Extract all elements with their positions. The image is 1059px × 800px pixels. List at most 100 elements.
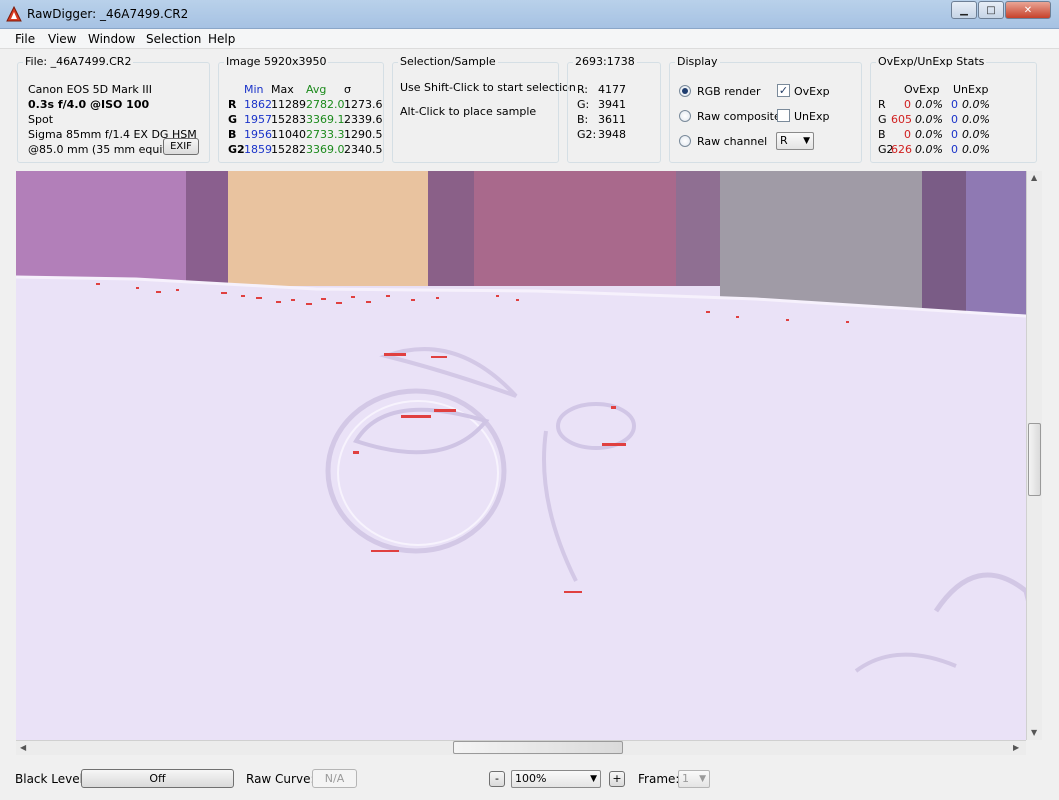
scroll-down-arrow-icon[interactable]: ▼	[1031, 728, 1037, 737]
metering-mode: Spot	[28, 113, 54, 126]
unexp-checkbox[interactable]	[777, 109, 790, 122]
stats-row-label: B	[878, 128, 886, 141]
focal-length: @85.0 mm (35 mm equivalent: 85.0 mm)	[28, 143, 178, 156]
row-label: B	[228, 128, 237, 141]
raw-curve-button[interactable]: N/A	[312, 769, 357, 788]
maximize-button[interactable]: □	[978, 1, 1004, 19]
checkbox-checked-icon: ✓	[778, 84, 789, 97]
coords-panel: 2693:1738 R: 4177 G: 3941 B: 3611 G2: 39…	[567, 55, 661, 163]
stat-avg: 3369.1	[306, 113, 345, 126]
menu-selection[interactable]: Selection	[146, 32, 201, 46]
unexp-count: 0	[951, 143, 958, 156]
vertical-scrollbar[interactable]: ▲ ▼	[1026, 171, 1042, 740]
close-button[interactable]: ✕	[1005, 1, 1051, 19]
stat-min: 1862	[244, 98, 272, 111]
coord-label: G2:	[577, 128, 597, 141]
stat-sigma: 2340.5	[344, 143, 383, 156]
unexp-count: 0	[951, 113, 958, 126]
menu-view[interactable]: View	[48, 32, 76, 46]
minimize-button[interactable]: ▁	[951, 1, 977, 19]
menu-window[interactable]: Window	[88, 32, 135, 46]
frame-select[interactable]: 1 ▼	[678, 770, 710, 788]
image-panel-title: Image 5920x3950	[224, 55, 329, 68]
coord-label: R:	[577, 83, 589, 96]
file-panel: File: _46A7499.CR2 Canon EOS 5D Mark III…	[17, 55, 210, 163]
display-panel-title: Display	[675, 55, 720, 68]
exposure-info: 0.3s f/4.0 @ISO 100	[28, 98, 150, 111]
chevron-down-icon: ▼	[590, 774, 597, 784]
rgb-render-label: RGB render	[697, 85, 761, 98]
stat-sigma: 1290.5	[344, 128, 383, 141]
bottom-toolbar: Black Level: Off Raw Curve: N/A - 100% ▼…	[0, 762, 1059, 800]
stat-avg: 2733.3	[306, 128, 345, 141]
menu-file[interactable]: File	[15, 32, 35, 46]
raw-channel-radio[interactable]	[679, 135, 691, 147]
maximize-icon: □	[986, 4, 996, 16]
scroll-up-arrow-icon[interactable]: ▲	[1031, 173, 1037, 182]
stat-min: 1957	[244, 113, 272, 126]
selection-hint: Use Shift-Click to start selection	[400, 81, 576, 94]
stat-max: 15283	[271, 113, 306, 126]
rgb-render-radio[interactable]	[679, 85, 691, 97]
image-stats-panel: Image 5920x3950 Min Max Avg σ R 1862 112…	[218, 55, 384, 163]
vertical-scroll-thumb[interactable]	[1028, 423, 1041, 496]
title-bar: RawDigger: _46A7499.CR2 ▁ □ ✕	[0, 0, 1059, 29]
coord-label: G:	[577, 98, 590, 111]
display-panel: Display RGB render Raw composite Raw cha…	[669, 55, 862, 163]
horizontal-scrollbar[interactable]: ◀ ▶	[16, 740, 1026, 755]
image-viewer[interactable]	[16, 171, 1041, 740]
stat-avg: 3369.0	[306, 143, 345, 156]
ovexp-count: 0	[904, 98, 911, 111]
raw-composite-radio[interactable]	[679, 110, 691, 122]
coord-value: 3948	[598, 128, 626, 141]
coords-panel-title: 2693:1738	[573, 55, 637, 68]
menu-help[interactable]: Help	[208, 32, 235, 46]
black-level-label: Black Level:	[15, 772, 87, 786]
scroll-left-arrow-icon[interactable]: ◀	[20, 743, 26, 752]
row-label: G	[228, 113, 238, 126]
zoom-select[interactable]: 100% ▼	[511, 770, 601, 788]
exposure-stats-panel: OvExp/UnExp Stats OvExp UnExp R 0 0.0% 0…	[870, 55, 1037, 163]
coord-label: B:	[577, 113, 589, 126]
header-min: Min	[244, 83, 264, 96]
close-icon: ✕	[1023, 4, 1033, 16]
zoom-out-button[interactable]: -	[489, 771, 505, 787]
raw-channel-label: Raw channel	[697, 135, 768, 148]
header-avg: Avg	[306, 83, 327, 96]
unexp-pct: 0.0%	[962, 143, 990, 156]
frame-label: Frame:	[638, 772, 680, 786]
black-level-button[interactable]: Off	[81, 769, 234, 788]
selection-panel: Selection/Sample Use Shift-Click to star…	[392, 55, 576, 163]
scroll-right-arrow-icon[interactable]: ▶	[1013, 743, 1019, 752]
row-label: G2	[228, 143, 245, 156]
menu-bar: File View Window Selection Help	[0, 29, 1059, 49]
selection-panel-title: Selection/Sample	[398, 55, 498, 68]
header-sigma: σ	[344, 83, 351, 96]
minimize-icon: ▁	[960, 4, 968, 16]
ovexp-checkbox[interactable]: ✓	[777, 84, 790, 97]
stat-sigma: 1273.6	[344, 98, 383, 111]
horizontal-scroll-thumb[interactable]	[453, 741, 623, 754]
info-strip: File: _46A7499.CR2 Canon EOS 5D Mark III…	[0, 50, 1059, 170]
stat-max: 11289	[271, 98, 306, 111]
chevron-down-icon: ▼	[699, 774, 706, 784]
header-max: Max	[271, 83, 294, 96]
coord-value: 3611	[598, 113, 626, 126]
ovexp-pct: 0.0%	[915, 143, 943, 156]
raw-image-preview	[16, 171, 1041, 740]
file-panel-title: File: _46A7499.CR2	[23, 55, 134, 68]
coord-value: 3941	[598, 98, 626, 111]
coord-value: 4177	[598, 83, 626, 96]
zoom-in-button[interactable]: +	[609, 771, 625, 787]
window-title: RawDigger: _46A7499.CR2	[27, 7, 189, 21]
header-unexp: UnExp	[953, 83, 989, 96]
ovexp-label: OvExp	[794, 85, 830, 98]
sample-hint: Alt-Click to place sample	[400, 105, 537, 118]
exif-button[interactable]: EXIF	[163, 138, 199, 155]
ovexp-pct: 0.0%	[915, 128, 943, 141]
unexp-count: 0	[951, 98, 958, 111]
ovexp-pct: 0.0%	[915, 113, 943, 126]
header-ovexp: OvExp	[904, 83, 940, 96]
unexp-pct: 0.0%	[962, 113, 990, 126]
channel-select[interactable]: R ▼	[776, 132, 814, 150]
